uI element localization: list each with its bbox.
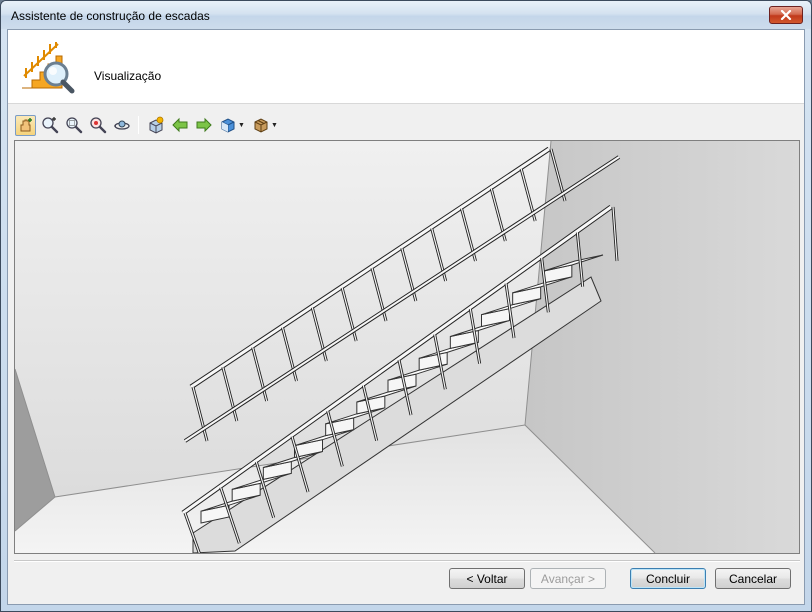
zoom-extents-icon: [89, 117, 106, 134]
zoom-in-icon: [41, 117, 58, 134]
arrow-left-icon: [171, 117, 187, 133]
zoom-in-button[interactable]: [39, 115, 60, 136]
back-button[interactable]: < Voltar: [449, 568, 525, 589]
zoom-extents-button[interactable]: [87, 115, 108, 136]
3d-preview-viewport[interactable]: [14, 140, 800, 554]
view-toolbar: ▼ ▼: [14, 112, 800, 138]
stair-3d-scene: [15, 141, 799, 553]
close-button[interactable]: [769, 6, 803, 24]
stair-magnifier-icon: [22, 42, 75, 94]
pan-button[interactable]: [15, 114, 36, 136]
page-title: Visualização: [94, 69, 162, 83]
close-icon: [780, 10, 792, 20]
title-bar[interactable]: Assistente de construção de escadas: [1, 1, 811, 29]
zoom-window-icon: [65, 117, 82, 134]
view-cube-icon: [221, 118, 235, 133]
next-button[interactable]: Avançar >: [530, 568, 606, 589]
render-icon: [149, 116, 163, 134]
previous-view-button[interactable]: [169, 115, 190, 136]
toolbar-separator: [138, 116, 139, 134]
finish-button[interactable]: Concluir: [630, 568, 706, 589]
orbit-icon: [113, 120, 130, 130]
next-view-button[interactable]: [193, 115, 214, 136]
wizard-client-area: Visualização ▼ ▼ < Voltar Avançar > Conc…: [7, 29, 805, 605]
view-cube-dropdown[interactable]: ▼: [217, 115, 247, 136]
zoom-window-button[interactable]: [63, 115, 84, 136]
orbit-button[interactable]: [111, 115, 132, 136]
wizard-header: Visualização: [8, 30, 804, 104]
box-icon: [254, 118, 268, 133]
arrow-right-icon: [196, 117, 212, 133]
footer-separator: [14, 560, 800, 562]
wizard-window: Assistente de construção de escadas Visu…: [0, 0, 812, 612]
pan-icon: [20, 118, 32, 132]
render-button[interactable]: [145, 115, 166, 136]
cancel-button[interactable]: Cancelar: [715, 568, 791, 589]
chevron-down-icon: ▼: [271, 121, 278, 129]
box-dropdown[interactable]: ▼: [250, 115, 280, 136]
window-title: Assistente de construção de escadas: [11, 9, 210, 23]
chevron-down-icon: ▼: [238, 121, 245, 129]
